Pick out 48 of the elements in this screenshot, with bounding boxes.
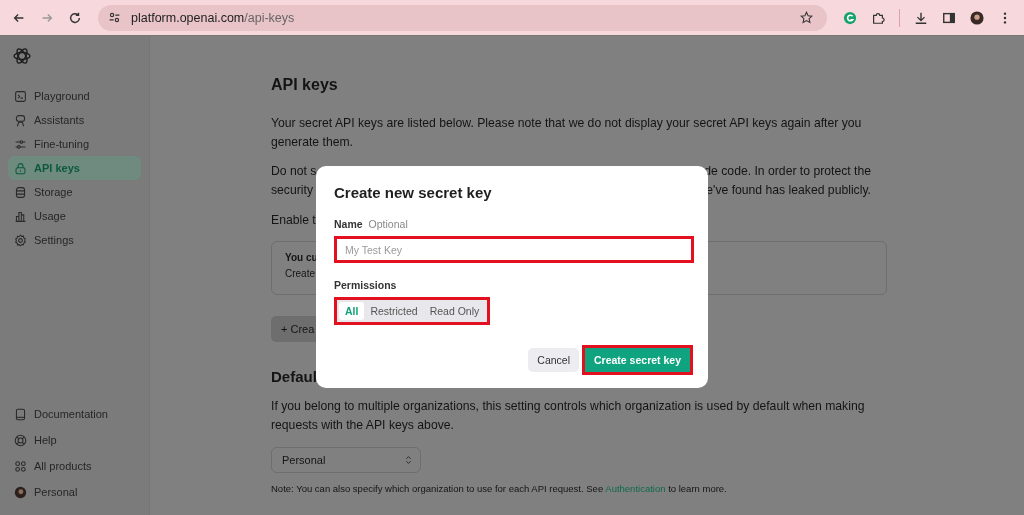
intro-text: Your secret API keys are listed below. Please note that we do not display your secret API keys again after you generate them. xyxy=(271,115,863,151)
warning-text: security xyxy=(271,182,313,199)
default-text: If you belong to multiple organizations, this setting controls which organization is used by default when making requests with the API keys above. xyxy=(271,398,866,434)
star-icon[interactable] xyxy=(800,11,813,24)
lock-icon xyxy=(14,161,27,175)
chart-icon xyxy=(14,209,27,223)
enable-text: Enable t xyxy=(271,212,316,229)
permission-option[interactable]: All xyxy=(339,302,365,320)
book-icon xyxy=(14,407,27,421)
field-hint: Optional xyxy=(368,218,408,230)
terminal-icon xyxy=(14,89,27,103)
dialog-title: Create new secret key xyxy=(334,184,493,201)
url-host: platform.openai.com xyxy=(131,10,245,25)
sidebar-item[interactable]: Storage xyxy=(8,180,141,204)
sidebar-item[interactable]: All products xyxy=(8,453,141,479)
sidebar-item[interactable]: API keys xyxy=(8,156,141,180)
sidebar-item[interactable]: Playground xyxy=(8,84,141,108)
organization-select[interactable]: Personal xyxy=(271,447,421,473)
sidebar-item[interactable]: Personal xyxy=(8,479,141,505)
avatar-icon xyxy=(14,485,27,499)
sidebar-item[interactable]: Fine-tuning xyxy=(8,132,141,156)
address-bar[interactable]: platform.openai.com/api-keys xyxy=(98,4,827,31)
logo-icon[interactable] xyxy=(12,46,32,66)
create-secret-key-button[interactable]: Create secret key xyxy=(585,348,690,372)
permission-option[interactable]: Restricted xyxy=(364,302,424,320)
page-title: API keys xyxy=(271,76,338,94)
site-settings-icon[interactable] xyxy=(108,11,121,24)
sliders-icon xyxy=(14,137,27,151)
note-text: Note: You can also specify which organization to use for each API request. See Authentication to learn more. xyxy=(271,483,727,494)
database-icon xyxy=(14,185,27,199)
field-label: Name xyxy=(334,218,363,230)
sidebar-item[interactable]: Documentation xyxy=(8,401,141,427)
url-path: /api-keys xyxy=(244,10,295,25)
sidebar-item[interactable]: Help xyxy=(8,427,141,453)
sidebar-item[interactable]: Usage xyxy=(8,204,141,228)
sidebar-item[interactable]: Assistants xyxy=(8,108,141,132)
cancel-button[interactable]: Cancel xyxy=(528,348,579,372)
sidebar-item[interactable]: Settings xyxy=(8,228,141,252)
grid-icon xyxy=(14,459,27,473)
gear-icon xyxy=(14,233,27,247)
field-label: Permissions xyxy=(334,279,397,291)
name-input-field[interactable]: My Test Key xyxy=(334,236,694,263)
card-text: Create xyxy=(285,268,315,279)
warning-text: Do not s xyxy=(271,163,317,180)
section-heading: Defaul xyxy=(271,368,317,385)
lifebuoy-icon xyxy=(14,433,27,447)
chevron-icon xyxy=(405,455,412,465)
permission-option[interactable]: Read Only xyxy=(423,302,486,320)
